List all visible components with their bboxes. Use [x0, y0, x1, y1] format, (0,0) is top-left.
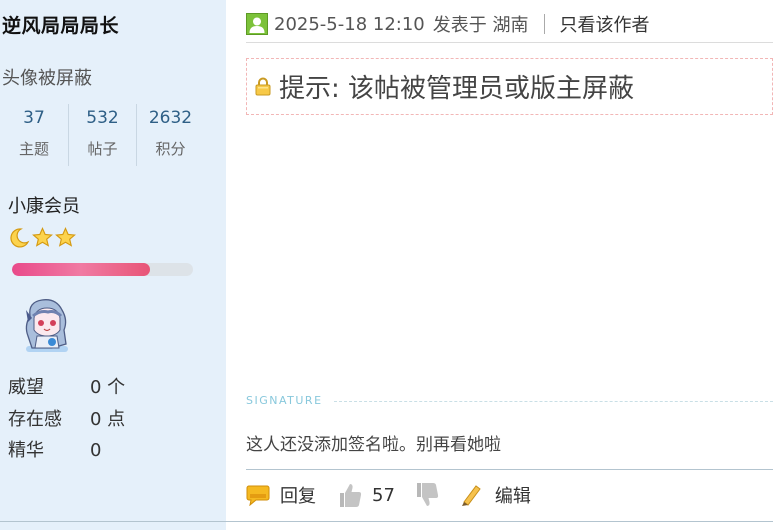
meta-separator: [544, 14, 546, 34]
post-datetime: 2025-5-18 12:10: [274, 13, 425, 35]
info-prestige: 威望 0 个: [8, 373, 125, 399]
stat-posts-value: 532: [86, 108, 119, 128]
info-prestige-value: 0 个: [90, 377, 126, 398]
stat-threads-label: 主题: [18, 140, 49, 158]
post-content-area: 2025-5-18 12:10 发表于 湖南 只看该作者 提示: 该帖被管理员或…: [226, 0, 773, 530]
stat-threads-value: 37: [23, 108, 45, 128]
level-progress-fill: [12, 263, 150, 276]
reply-bubble-icon: [246, 485, 270, 506]
user-group[interactable]: 小康会员: [8, 192, 80, 218]
info-presence-label: 存在感: [8, 409, 62, 430]
like-count: 57: [372, 484, 395, 506]
signature-label: SIGNATURE: [246, 394, 323, 407]
star-icon: [55, 227, 76, 247]
signature-text: 这人还没添加签名啦。别再看她啦: [246, 435, 501, 455]
info-essence: 精华 0: [8, 436, 101, 462]
only-author-link[interactable]: 只看该作者: [559, 11, 649, 37]
username-link[interactable]: 逆风局局局长: [2, 11, 119, 38]
lock-icon: [255, 77, 271, 96]
like-button[interactable]: 57: [338, 482, 395, 508]
info-essence-label: 精华: [8, 440, 44, 461]
edit-button[interactable]: 编辑: [459, 482, 531, 508]
user-stats: 37 主题 532 帖子 2632 积分: [0, 104, 204, 166]
info-presence-value: 0 点: [90, 409, 126, 430]
edit-label: 编辑: [494, 486, 531, 507]
avatar-hidden-notice: 头像被屏蔽: [2, 68, 92, 89]
rank-icons: [8, 227, 76, 249]
stat-posts-label: 帖子: [87, 140, 118, 158]
thumbs-up-icon: [340, 484, 362, 507]
actions-divider: [246, 469, 773, 470]
stat-credits-value: 2632: [148, 108, 193, 128]
stat-posts[interactable]: 532 帖子: [68, 104, 136, 166]
post-location: 发表于 湖南: [432, 15, 529, 36]
stat-credits[interactable]: 2632 积分: [136, 104, 204, 166]
thumbs-down-icon: [416, 483, 438, 506]
moon-icon: [10, 228, 30, 248]
blocked-post-notice: 提示: 该帖被管理员或版主屏蔽: [246, 58, 773, 115]
post-meta: 2025-5-18 12:10 发表于 湖南 只看该作者: [246, 11, 649, 37]
user-online-icon: [246, 13, 268, 35]
dislike-button[interactable]: [415, 482, 439, 508]
blocked-post-message: 提示: 该帖被管理员或版主屏蔽: [279, 74, 635, 104]
info-prestige-label: 威望: [8, 377, 44, 398]
character-medal-icon[interactable]: [22, 296, 72, 360]
user-sidebar: 逆风局局局长 头像被屏蔽 37 主题 532 帖子 2632 积分 小康会员 威…: [0, 0, 226, 530]
reply-label: 回复: [280, 486, 316, 507]
star-icon: [32, 227, 53, 247]
signature-divider: [334, 401, 773, 402]
page-bottom-divider: [0, 521, 773, 522]
stat-threads[interactable]: 37 主题: [0, 104, 68, 166]
stat-credits-label: 积分: [155, 140, 186, 158]
info-essence-value: 0: [90, 440, 102, 461]
pencil-icon: [461, 485, 481, 506]
reply-button[interactable]: 回复: [246, 482, 316, 508]
meta-divider: [246, 42, 773, 43]
info-presence: 存在感 0 点: [8, 405, 125, 431]
post-actions: 回复 57 编辑: [246, 482, 531, 508]
level-progress-bar: [12, 263, 193, 276]
